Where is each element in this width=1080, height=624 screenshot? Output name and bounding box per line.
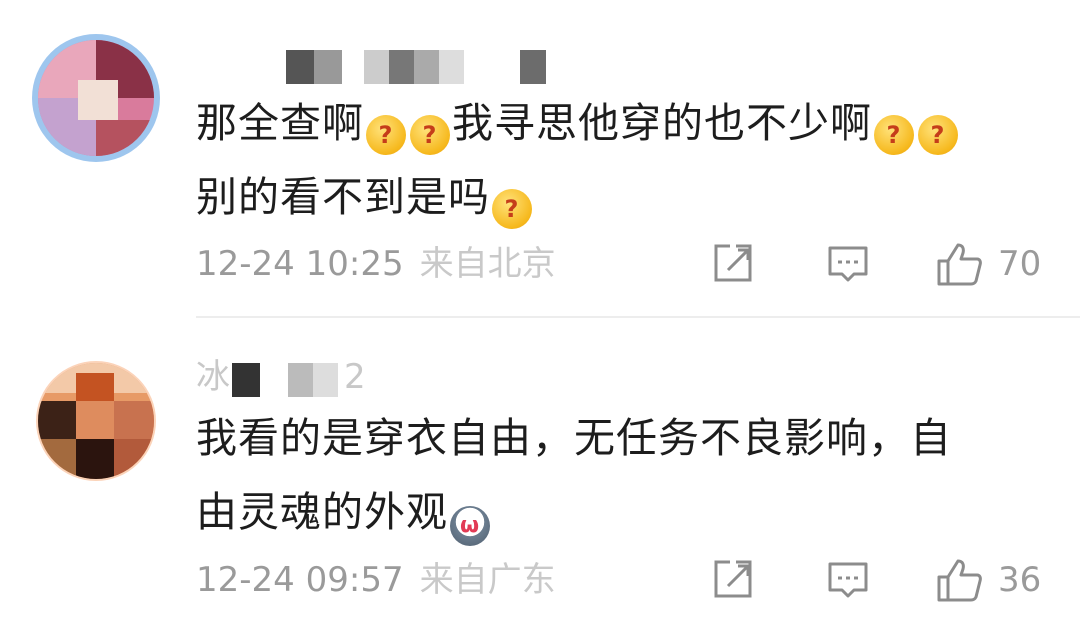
- comment-text: 我看的是穿衣自由，无任务不良影响，自 由灵魂的外观 ω: [196, 401, 1056, 549]
- like-count: 36: [998, 560, 1042, 600]
- like-count: 70: [998, 244, 1042, 284]
- comment-text-segment: 我看的是穿衣自由，无任务不良影响，自: [196, 414, 952, 462]
- share-button[interactable]: [712, 242, 756, 286]
- comment-icon: [828, 246, 868, 282]
- username-mosaic: [232, 363, 260, 397]
- username[interactable]: 冰 2: [196, 357, 366, 397]
- thinking-emoji-icon: ?: [918, 115, 958, 155]
- like-button[interactable]: 36: [936, 558, 1041, 602]
- reply-button[interactable]: [826, 558, 870, 602]
- share-icon: [714, 560, 752, 598]
- thumbs-up-icon: [937, 243, 982, 286]
- timestamp: 12-24 09:57: [196, 560, 404, 600]
- comment-text-segment: 由灵魂的外观: [196, 488, 448, 536]
- avatar[interactable]: [38, 363, 154, 479]
- comment-text-segment: 我寻思他穿的也不少啊: [452, 99, 872, 147]
- username-mosaic: [520, 50, 546, 84]
- location: 来自北京: [419, 244, 556, 284]
- husky-emoji-icon: ω: [450, 506, 490, 546]
- avatar[interactable]: [38, 40, 154, 156]
- location: 来自广东: [419, 560, 556, 600]
- thinking-emoji-icon: ?: [366, 115, 406, 155]
- reply-button[interactable]: [826, 242, 870, 286]
- comment-meta: 12-24 10:25 来自北京: [196, 242, 556, 286]
- like-button[interactable]: 70: [936, 242, 1041, 286]
- comment-item: 冰 2 我看的是穿衣自由，无任务不良影响，自 由灵魂的外观 ω 12-24 09:…: [0, 318, 1080, 624]
- thinking-emoji-icon: ?: [874, 115, 914, 155]
- thinking-emoji-icon: ?: [492, 189, 532, 229]
- timestamp: 12-24 10:25: [196, 244, 404, 284]
- username[interactable]: [196, 44, 546, 84]
- username-text: 冰: [196, 357, 230, 397]
- comment-icon: [828, 562, 868, 598]
- comment-text-segment: 别的看不到是吗: [196, 173, 490, 221]
- comment-text: 那全查啊?? 我寻思他穿的也不少啊?? 别的看不到是吗?: [196, 86, 1056, 234]
- username-text: 2: [344, 357, 366, 397]
- username-mosaic: [288, 363, 338, 397]
- thinking-emoji-icon: ?: [410, 115, 450, 155]
- share-icon: [714, 244, 752, 282]
- comment-text-segment: 那全查啊: [196, 99, 364, 147]
- username-mosaic: [286, 50, 342, 84]
- username-text: [196, 44, 203, 84]
- username-mosaic: [364, 50, 464, 84]
- comment-item: 那全查啊?? 我寻思他穿的也不少啊?? 别的看不到是吗? 12-24 10:25 来…: [0, 0, 1080, 318]
- comment-meta: 12-24 09:57 来自广东: [196, 558, 556, 602]
- share-button[interactable]: [712, 558, 756, 602]
- thumbs-up-icon: [937, 559, 982, 602]
